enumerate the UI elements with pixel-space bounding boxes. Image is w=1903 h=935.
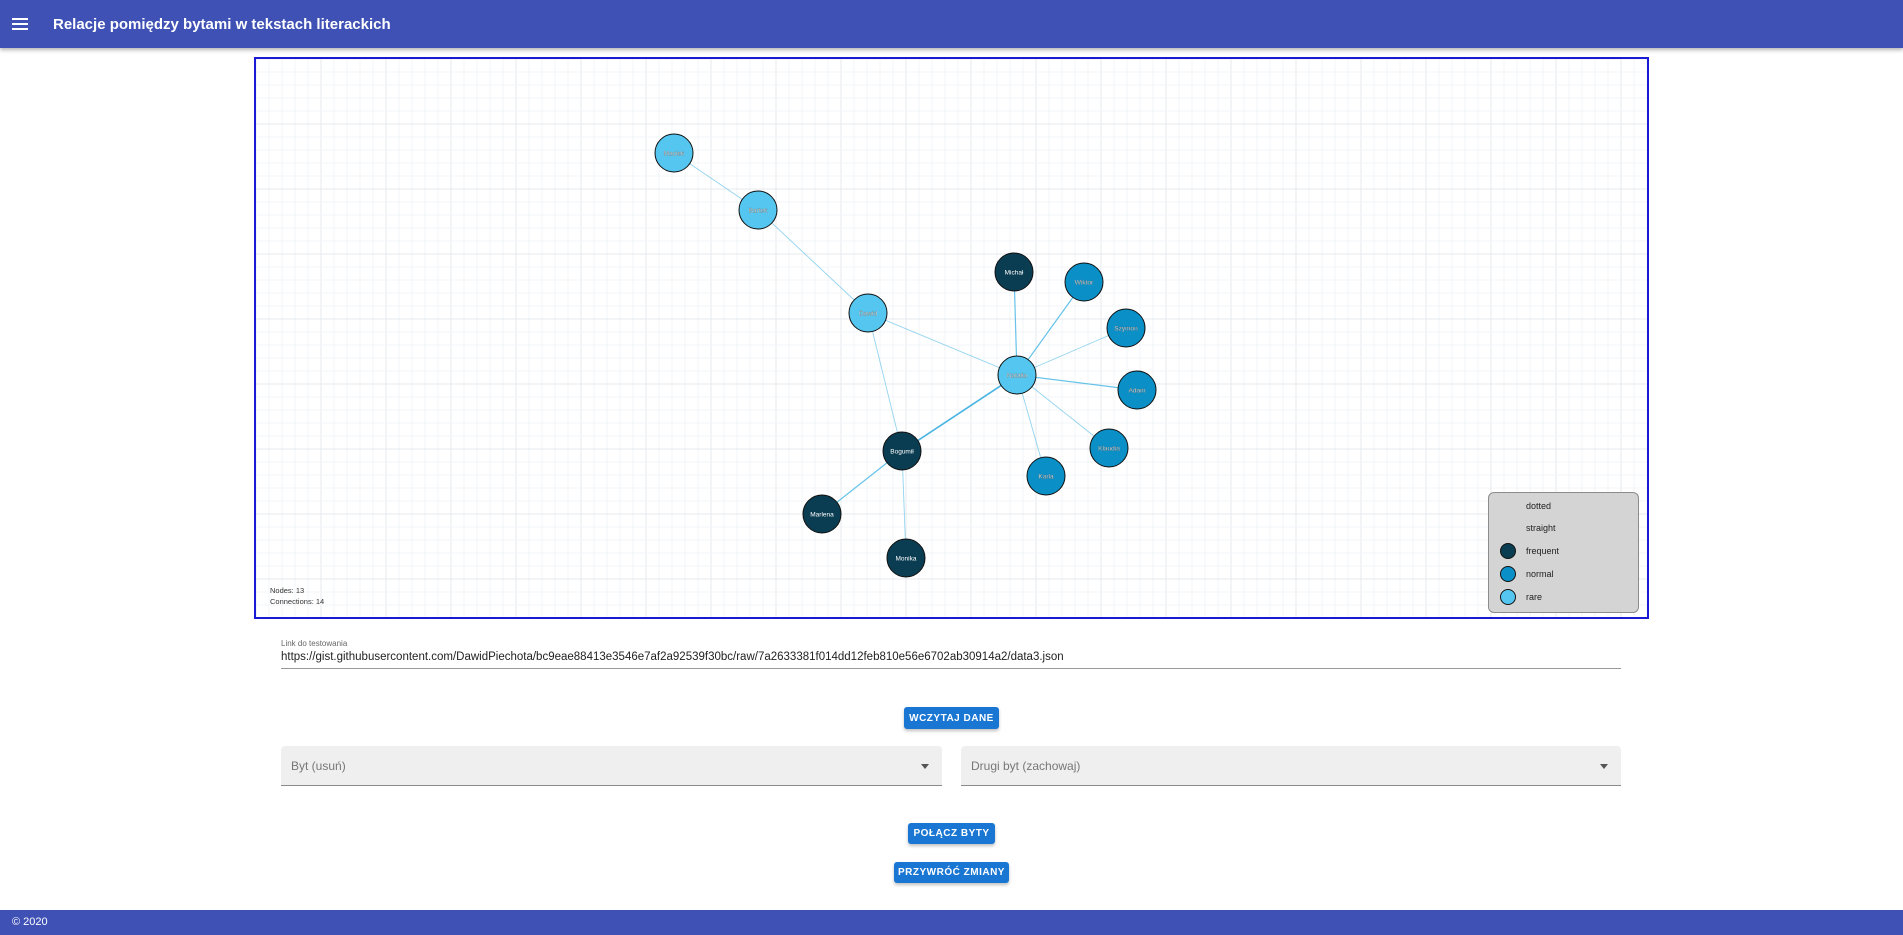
node-label: Bogumił	[890, 449, 914, 456]
node-label: Marlena	[810, 512, 834, 519]
node-label: Szymon	[1114, 326, 1138, 333]
legend-label: straight	[1526, 523, 1556, 533]
revert-changes-button[interactable]: Przywróć zmiany	[894, 862, 1009, 883]
merge-entities-button[interactable]: Połącz byty	[908, 823, 995, 844]
graph-link	[867, 312, 1018, 376]
legend-dot-frequent	[1500, 543, 1516, 559]
graph-node-bogumil[interactable]: Bogumił	[882, 431, 922, 471]
connections-count: Connections: 14	[270, 597, 325, 606]
graph-link	[867, 312, 903, 452]
node-label: Wiktor	[1075, 280, 1094, 287]
node-label: Klaudia	[1098, 446, 1120, 453]
entity-remove-select[interactable]: Byt (usuń)	[281, 746, 942, 786]
node-label: Karla	[1038, 474, 1054, 481]
graph-node-natalia[interactable]: Natalia	[997, 355, 1037, 395]
legend-item-rare: rare	[1489, 587, 1638, 607]
legend-item-normal: normal	[1489, 564, 1638, 584]
graph-link	[757, 209, 869, 314]
graph-canvas[interactable]: Maciek Bartek Dawid Natalia Michał Bogumił Mar…	[254, 57, 1649, 619]
entity-keep-select[interactable]: Drugi byt (zachowaj)	[961, 746, 1621, 786]
graph-node-adam[interactable]: Adam	[1117, 370, 1157, 410]
graph-node-szymon[interactable]: Szymon	[1106, 308, 1146, 348]
legend-item-straight: straight	[1489, 518, 1638, 538]
app-bar: Relacje pomiędzy bytami w tekstach liter…	[0, 0, 1903, 48]
graph-node-maciek[interactable]: Maciek	[654, 133, 694, 173]
graph-legend: dotted straight frequent normal rare	[1488, 492, 1639, 613]
legend-dot-rare	[1500, 589, 1516, 605]
graph-stats: Nodes: 13 Connections: 14	[270, 585, 324, 607]
link-input[interactable]: https://gist.githubusercontent.com/Dawid…	[281, 651, 1621, 669]
graph-node-wiktor[interactable]: Wiktor	[1064, 262, 1104, 302]
graph-node-michal[interactable]: Michał	[994, 252, 1034, 292]
legend-label: dotted	[1526, 501, 1552, 511]
graph-node-dawid[interactable]: Dawid	[848, 293, 888, 333]
legend-item-dotted: dotted	[1489, 496, 1638, 516]
link-field[interactable]: Link do testowania https://gist.githubus…	[281, 639, 1621, 669]
dropdown-arrow-icon	[1600, 764, 1608, 769]
node-label: Natalia	[1007, 373, 1028, 380]
graph-node-klaudia[interactable]: Klaudia	[1089, 428, 1129, 468]
entity-keep-label: Drugi byt (zachowaj)	[971, 759, 1081, 773]
menu-icon	[12, 18, 28, 30]
footer: © 2020	[0, 910, 1903, 935]
graph-node-monika[interactable]: Monika	[886, 538, 926, 578]
node-label: Monika	[896, 556, 917, 563]
node-label: Dawid	[859, 311, 877, 318]
footer-copyright: © 2020	[12, 916, 48, 928]
graph-node-bartek[interactable]: Bartek	[738, 190, 778, 230]
menu-button[interactable]	[0, 4, 40, 44]
node-label: Adam	[1129, 388, 1146, 395]
entity-remove-label: Byt (usuń)	[291, 759, 346, 773]
legend-label: rare	[1526, 592, 1543, 602]
graph-node-marlena[interactable]: Marlena	[802, 494, 842, 534]
link-field-label: Link do testowania	[281, 639, 348, 648]
nodes-count: Nodes: 13	[270, 586, 305, 595]
node-label: Bartek	[749, 208, 769, 215]
dropdown-arrow-icon	[921, 764, 929, 769]
legend-label: normal	[1526, 569, 1554, 579]
load-data-button[interactable]: Wczytaj dane	[904, 707, 999, 729]
legend-label: frequent	[1526, 546, 1560, 556]
graph-svg[interactable]: Maciek Bartek Dawid Natalia Michał Bogumił Mar…	[256, 59, 1647, 617]
graph-node-karla[interactable]: Karla	[1026, 456, 1066, 496]
legend-dot-normal	[1500, 566, 1516, 582]
node-label: Maciek	[664, 151, 685, 158]
app-title: Relacje pomiędzy bytami w tekstach liter…	[53, 15, 391, 33]
node-label: Michał	[1005, 270, 1024, 277]
legend-item-frequent: frequent	[1489, 541, 1638, 561]
